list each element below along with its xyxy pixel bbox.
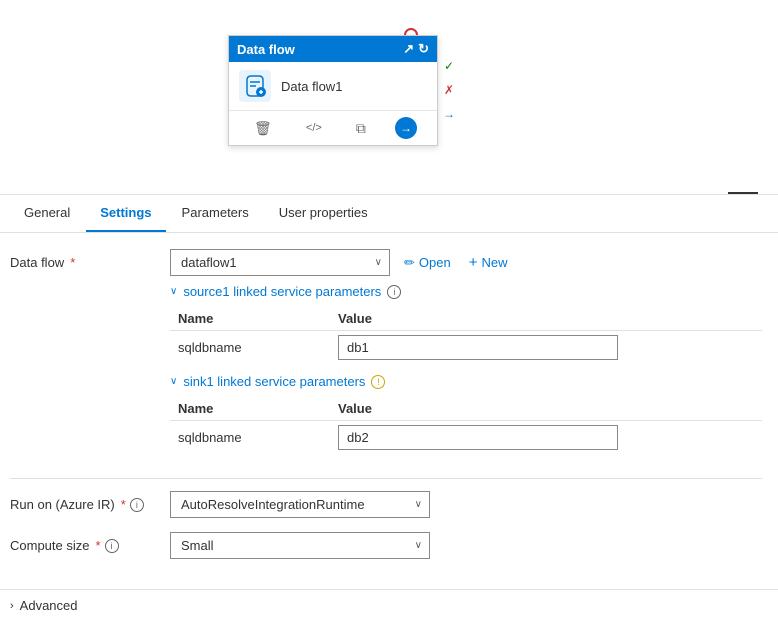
open-external-icon[interactable]: ↗ [403,41,414,57]
tab-settings[interactable]: Settings [86,195,165,232]
run-on-content: AutoResolveIntegrationRuntime Custom ∨ [170,491,762,518]
dataflow-label: Data flow * [10,249,170,270]
side-buttons: ✓ ✗ → [438,55,460,125]
canvas-area: Data flow ↗ ↻ Data flow1 🗑 </> ⧉ → [0,0,778,195]
refresh-icon[interactable]: ↻ [418,41,429,57]
source1-section: ∨ source1 linked service parameters i Na… [170,284,762,364]
node-actions: 🗑 </> ⧉ → [229,111,437,145]
sink1-value-0-cell [330,421,762,455]
source1-title: source1 linked service parameters [183,284,381,299]
open-button[interactable]: ✏ Open [400,255,455,271]
sink1-info-icon[interactable]: ! [371,375,385,389]
arrow-action-btn[interactable]: → [395,117,417,139]
dataflow-select-wrap: dataflow1 dataflow2 ∨ [170,249,390,276]
check-btn[interactable]: ✓ [438,55,460,77]
h-line [728,192,758,194]
node-title: Data flow [237,42,295,57]
compute-size-info-icon[interactable]: i [105,539,119,553]
props-panel: Data flow * dataflow1 dataflow2 ∨ ✏ Open… [0,233,778,589]
separator-1 [10,478,762,479]
source1-value-0-input[interactable] [338,335,618,360]
node-header-left: Data flow [237,42,295,57]
side-arrow-btn[interactable]: → [438,103,460,125]
sink1-value-col-header: Value [330,397,762,421]
sink1-section: ∨ sink1 linked service parameters ! Name… [170,374,762,454]
run-on-select-wrap: AutoResolveIntegrationRuntime Custom ∨ [170,491,430,518]
tabs-bar: General Settings Parameters User propert… [0,195,778,233]
sink1-title: sink1 linked service parameters [183,374,365,389]
node-header-right: ↗ ↻ [403,41,429,57]
sink1-name-col-header: Name [170,397,330,421]
copy-action-btn[interactable]: ⧉ [351,118,371,139]
tab-user-properties[interactable]: User properties [265,195,382,232]
run-on-row: Run on (Azure IR) * i AutoResolveIntegra… [10,491,762,518]
tab-general[interactable]: General [10,195,84,232]
source1-header[interactable]: ∨ source1 linked service parameters i [170,284,762,299]
source1-name-col-header: Name [170,307,330,331]
compute-size-select-wrap: Small Medium Large ∨ [170,532,430,559]
sink1-name-0: sqldbname [170,421,330,455]
code-action-btn[interactable]: </> [301,120,327,136]
compute-size-content: Small Medium Large ∨ [170,532,762,559]
sink1-params-table: Name Value sqldbname [170,397,762,454]
dataflow-node: Data flow ↗ ↻ Data flow1 🗑 </> ⧉ → [228,35,438,146]
sink1-value-0-input[interactable] [338,425,618,450]
dataflow-svg-icon [239,70,271,102]
cross-btn[interactable]: ✗ [438,79,460,101]
run-on-select[interactable]: AutoResolveIntegrationRuntime Custom [170,491,430,518]
dataflow-row: Data flow * dataflow1 dataflow2 ∨ ✏ Open… [10,249,762,464]
compute-size-label: Compute size * i [10,532,170,553]
advanced-row[interactable]: › Advanced [0,589,778,621]
plus-icon: + [469,254,478,271]
run-on-required-star: * [121,497,126,512]
node-body: Data flow1 [229,62,437,111]
source1-chevron-icon: ∨ [170,286,177,297]
node-name: Data flow1 [281,79,342,94]
run-on-label: Run on (Azure IR) * i [10,491,170,512]
source1-row-0: sqldbname [170,331,762,365]
df-row-content: dataflow1 dataflow2 ∨ ✏ Open + New [170,249,762,276]
source1-params-table: Name Value sqldbname [170,307,762,364]
dataflow-select[interactable]: dataflow1 dataflow2 [170,249,390,276]
run-on-info-icon[interactable]: i [130,498,144,512]
required-star: * [70,255,75,270]
tab-parameters[interactable]: Parameters [168,195,263,232]
node-header: Data flow ↗ ↻ [229,36,437,62]
sink1-row-0: sqldbname [170,421,762,455]
source1-value-0-cell [330,331,762,365]
compute-size-select[interactable]: Small Medium Large [170,532,430,559]
compute-size-row: Compute size * i Small Medium Large ∨ [10,532,762,559]
sink1-chevron-icon: ∨ [170,376,177,387]
advanced-label: Advanced [20,598,78,613]
new-button[interactable]: + New [465,254,512,271]
source1-info-icon[interactable]: i [387,285,401,299]
source1-name-0: sqldbname [170,331,330,365]
sink1-header[interactable]: ∨ sink1 linked service parameters ! [170,374,762,389]
dataflow-content: dataflow1 dataflow2 ∨ ✏ Open + New ∨ [170,249,762,464]
advanced-chevron-icon: › [10,600,14,612]
compute-size-required-star: * [95,538,100,553]
delete-action-btn[interactable]: 🗑 [249,118,277,139]
source1-value-col-header: Value [330,307,762,331]
pencil-icon: ✏ [404,255,415,271]
